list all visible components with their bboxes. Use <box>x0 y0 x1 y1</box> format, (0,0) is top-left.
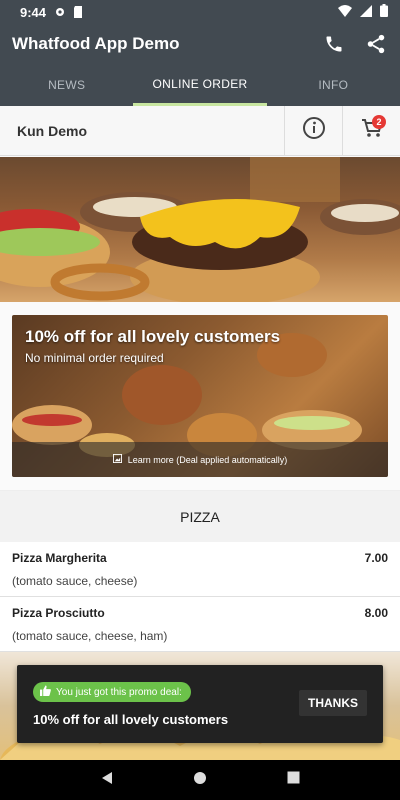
menu-item-name: Pizza Margherita <box>12 551 107 565</box>
phone-icon[interactable] <box>322 32 346 56</box>
restaurant-name: Kun Demo <box>17 122 87 139</box>
tab-news[interactable]: NEWS <box>0 64 133 106</box>
promo-subtitle: No minimal order required <box>25 351 164 365</box>
menu-list: Pizza Margherita 7.00 (tomato sauce, che… <box>0 542 400 652</box>
home-icon[interactable] <box>193 771 207 790</box>
battery-icon <box>380 4 388 20</box>
cart-button[interactable]: 2 <box>342 105 400 156</box>
promo-pill-text: You just got this promo deal: <box>56 686 182 698</box>
promo-title: 10% off for all lovely customers <box>25 327 281 346</box>
menu-item[interactable]: Pizza Prosciutto 8.00 (tomato sauce, che… <box>0 597 400 652</box>
menu-item-description: (tomato sauce, cheese, ham) <box>12 629 168 643</box>
status-bar: 9:44 <box>0 0 400 24</box>
system-nav-bar <box>0 760 400 800</box>
menu-item-price: 8.00 <box>364 606 388 620</box>
menu-item-description: (tomato sauce, cheese) <box>12 574 138 588</box>
tab-info[interactable]: INFO <box>267 64 400 106</box>
category-header: PIZZA <box>0 490 400 542</box>
promo-learn-more[interactable]: Learn more (Deal applied automatically) <box>12 442 388 477</box>
image-icon <box>112 454 122 465</box>
back-icon[interactable] <box>100 771 114 790</box>
app-bar: Whatfood App Demo <box>0 24 400 64</box>
thumbs-up-icon <box>40 685 51 699</box>
tab-online-order[interactable]: ONLINE ORDER <box>133 64 267 106</box>
snackbar-message: 10% off for all lovely customers <box>33 712 229 727</box>
info-icon <box>302 116 326 145</box>
signal-icon <box>360 4 372 20</box>
cart-count-badge: 2 <box>372 114 386 129</box>
status-time: 9:44 <box>20 4 47 20</box>
menu-item-name: Pizza Prosciutto <box>12 606 105 620</box>
info-button[interactable] <box>284 105 342 156</box>
hero-image <box>0 157 400 302</box>
promo-card[interactable]: 10% off for all lovely customers No mini… <box>12 315 388 477</box>
learn-more-text: Learn more (Deal applied automatically) <box>127 454 288 465</box>
recents-icon[interactable] <box>287 771 300 789</box>
sd-card-icon <box>72 6 84 18</box>
gear-icon <box>54 6 66 18</box>
promo-pill: You just got this promo deal: <box>33 682 191 702</box>
menu-item[interactable]: Pizza Margherita 7.00 (tomato sauce, che… <box>0 542 400 597</box>
promo-snackbar: You just got this promo deal: 10% off fo… <box>17 665 383 743</box>
app-title: Whatfood App Demo <box>12 34 180 53</box>
share-icon[interactable] <box>364 32 388 56</box>
thanks-button[interactable]: THANKS <box>299 690 367 716</box>
menu-item-price: 7.00 <box>364 551 388 565</box>
tab-bar: NEWS ONLINE ORDER INFO <box>0 64 400 106</box>
wifi-icon <box>338 4 352 20</box>
restaurant-bar: Kun Demo 2 <box>0 105 400 156</box>
